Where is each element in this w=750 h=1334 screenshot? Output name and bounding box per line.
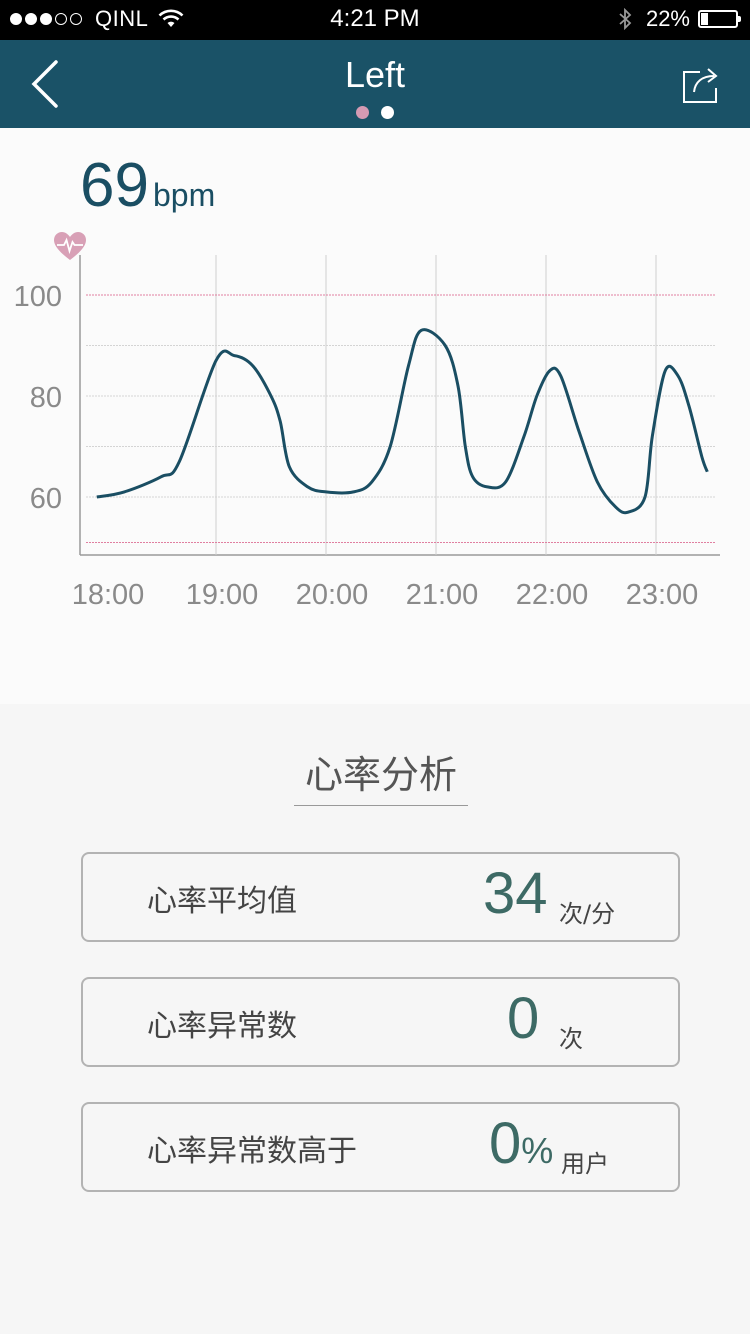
page-title: Left: [344, 54, 406, 95]
share-button[interactable]: [678, 62, 722, 106]
page-dot-2[interactable]: [381, 106, 394, 119]
stat-unit: 次/分: [559, 900, 616, 928]
heart-pulse-icon: [54, 232, 86, 260]
page-indicator[interactable]: [0, 106, 750, 119]
x-tick-label: 22:00: [516, 579, 589, 611]
heart-rate-line: [96, 328, 709, 515]
analysis-heading: 心率分析: [294, 744, 468, 806]
stat-label: 心率异常数: [147, 1009, 297, 1044]
y-tick-label: 100: [14, 281, 62, 313]
heart-rate-chart-panel: 100 80 60 18:00 19:00 20:00 21:00 22:00 23:00 6…: [0, 128, 750, 704]
bpm-unit: bpm: [152, 177, 216, 213]
x-tick-label: 23:00: [626, 579, 699, 611]
stat-label: 心率平均值: [147, 884, 297, 919]
status-bar: QINL 4:21 PM 22%: [0, 0, 750, 40]
y-tick-label: 60: [30, 483, 62, 515]
stat-unit: 用户: [561, 1150, 609, 1178]
page-dot-1[interactable]: [356, 106, 369, 119]
x-tick-label: 18:00: [72, 579, 145, 611]
battery-icon: [698, 10, 741, 28]
bluetooth-icon: [619, 8, 632, 30]
navigation-bar: Left: [0, 40, 750, 128]
current-bpm: 69 bpm: [80, 150, 215, 221]
stat-card-abnormal-count: 心率异常数 0 次: [81, 977, 680, 1067]
x-tick-label: 19:00: [186, 579, 259, 611]
stat-value: 0%: [489, 1110, 553, 1177]
battery-percentage: 22%: [645, 6, 690, 31]
share-icon: [683, 68, 718, 103]
percent-sign: %: [521, 1130, 554, 1171]
y-tick-label: 80: [30, 382, 62, 414]
stat-card-average: 心率平均值 34 次/分: [81, 852, 680, 942]
stat-number: 0: [489, 1111, 522, 1176]
stat-value: 34: [483, 861, 548, 926]
x-tick-label: 21:00: [406, 579, 479, 611]
stat-card-abnormal-percentile: 心率异常数高于 0% 用户: [81, 1102, 680, 1192]
stat-value: 0: [507, 986, 540, 1051]
x-tick-label: 20:00: [296, 579, 369, 611]
stat-label: 心率异常数高于: [147, 1134, 357, 1169]
bpm-value: 69: [80, 151, 149, 220]
battery-level-fill: [701, 13, 709, 25]
status-right: 22%: [618, 6, 741, 32]
stat-unit: 次: [559, 1025, 583, 1053]
